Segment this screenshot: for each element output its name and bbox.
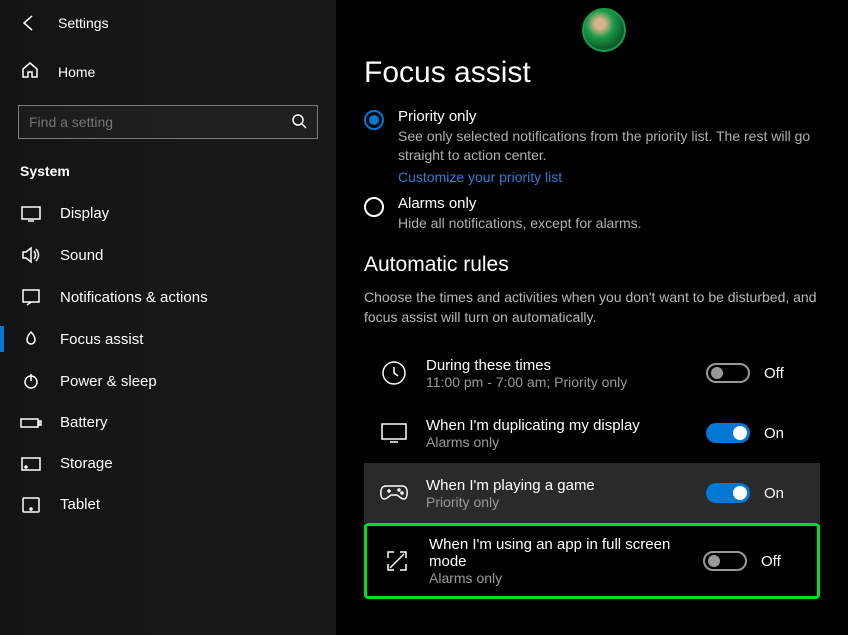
radio-label: Alarms only bbox=[398, 195, 642, 212]
radio-description: Hide all notifications, except for alarm… bbox=[398, 214, 642, 233]
rule-title: When I'm using an app in full screen mod… bbox=[429, 536, 687, 570]
toggle-state-label: On bbox=[764, 425, 784, 442]
avatar[interactable] bbox=[582, 8, 626, 52]
rule-subtitle: Alarms only bbox=[429, 570, 687, 586]
sidebar-item-label: Battery bbox=[60, 414, 108, 431]
sidebar-item-label: Power & sleep bbox=[60, 373, 157, 390]
storage-icon bbox=[20, 457, 42, 471]
sidebar-item-power[interactable]: Power & sleep bbox=[0, 360, 336, 402]
radio-priority-only[interactable]: Priority only See only selected notifica… bbox=[364, 108, 820, 185]
radio-description: See only selected notifications from the… bbox=[398, 127, 820, 165]
rule-toggle[interactable] bbox=[706, 423, 750, 443]
radio-unselected-icon[interactable] bbox=[364, 197, 384, 217]
main-content: Focus assist Priority only See only sele… bbox=[336, 0, 848, 635]
rule-subtitle: 11:00 pm - 7:00 am; Priority only bbox=[426, 374, 690, 390]
sidebar-item-storage[interactable]: Storage bbox=[0, 443, 336, 484]
radio-alarms-only[interactable]: Alarms only Hide all notifications, exce… bbox=[364, 195, 820, 233]
sidebar-home-label: Home bbox=[58, 64, 95, 80]
automatic-rules-description: Choose the times and activities when you… bbox=[364, 287, 820, 328]
sidebar-item-label: Notifications & actions bbox=[60, 289, 208, 306]
sidebar-item-focus-assist[interactable]: Focus assist bbox=[0, 318, 336, 360]
sound-icon bbox=[20, 246, 42, 264]
search-field[interactable] bbox=[29, 114, 269, 130]
radio-selected-icon[interactable] bbox=[364, 110, 384, 130]
sidebar-item-notifications[interactable]: Notifications & actions bbox=[0, 276, 336, 318]
rule-fullscreen-app[interactable]: When I'm using an app in full screen mod… bbox=[364, 523, 820, 599]
back-button[interactable] bbox=[20, 14, 38, 32]
search-input[interactable] bbox=[18, 105, 318, 139]
display-icon bbox=[20, 206, 42, 222]
rule-toggle[interactable] bbox=[703, 551, 747, 571]
sidebar-item-sound[interactable]: Sound bbox=[0, 234, 336, 276]
app-title: Settings bbox=[58, 15, 109, 31]
rule-subtitle: Alarms only bbox=[426, 434, 690, 450]
toggle-state-label: Off bbox=[764, 365, 784, 382]
customize-priority-link[interactable]: Customize your priority list bbox=[398, 169, 820, 185]
sidebar: Settings Home System Display Sound Notif… bbox=[0, 0, 336, 635]
clock-icon bbox=[378, 360, 410, 386]
focus-assist-icon bbox=[20, 330, 42, 348]
rule-toggle[interactable] bbox=[706, 363, 750, 383]
sidebar-item-label: Focus assist bbox=[60, 331, 143, 348]
sidebar-section-label: System bbox=[0, 157, 336, 193]
fullscreen-icon bbox=[381, 548, 413, 574]
rule-title: When I'm duplicating my display bbox=[426, 417, 690, 434]
sidebar-item-label: Storage bbox=[60, 455, 113, 472]
rule-title: During these times bbox=[426, 357, 690, 374]
gamepad-icon bbox=[378, 483, 410, 503]
rule-duplicating-display[interactable]: When I'm duplicating my display Alarms o… bbox=[364, 403, 820, 463]
radio-label: Priority only bbox=[398, 108, 820, 125]
home-icon bbox=[20, 60, 40, 83]
sidebar-item-label: Sound bbox=[60, 247, 103, 264]
rule-during-times[interactable]: During these times 11:00 pm - 7:00 am; P… bbox=[364, 343, 820, 403]
battery-icon bbox=[20, 416, 42, 430]
display-duplicate-icon bbox=[378, 422, 410, 444]
toggle-state-label: On bbox=[764, 485, 784, 502]
power-icon bbox=[20, 372, 42, 390]
sidebar-item-label: Display bbox=[60, 205, 109, 222]
search-icon bbox=[291, 113, 307, 132]
rule-toggle[interactable] bbox=[706, 483, 750, 503]
sidebar-item-display[interactable]: Display bbox=[0, 193, 336, 234]
sidebar-item-label: Tablet bbox=[60, 496, 100, 513]
toggle-state-label: Off bbox=[761, 553, 781, 570]
tablet-icon bbox=[20, 497, 42, 513]
sidebar-item-home[interactable]: Home bbox=[0, 52, 336, 91]
rule-subtitle: Priority only bbox=[426, 494, 690, 510]
sidebar-item-battery[interactable]: Battery bbox=[0, 402, 336, 443]
rule-title: When I'm playing a game bbox=[426, 477, 690, 494]
page-title: Focus assist bbox=[364, 56, 820, 90]
automatic-rules-heading: Automatic rules bbox=[364, 253, 820, 277]
notifications-icon bbox=[20, 288, 42, 306]
rule-playing-game[interactable]: When I'm playing a game Priority only On bbox=[364, 463, 820, 523]
sidebar-item-tablet[interactable]: Tablet bbox=[0, 484, 336, 525]
